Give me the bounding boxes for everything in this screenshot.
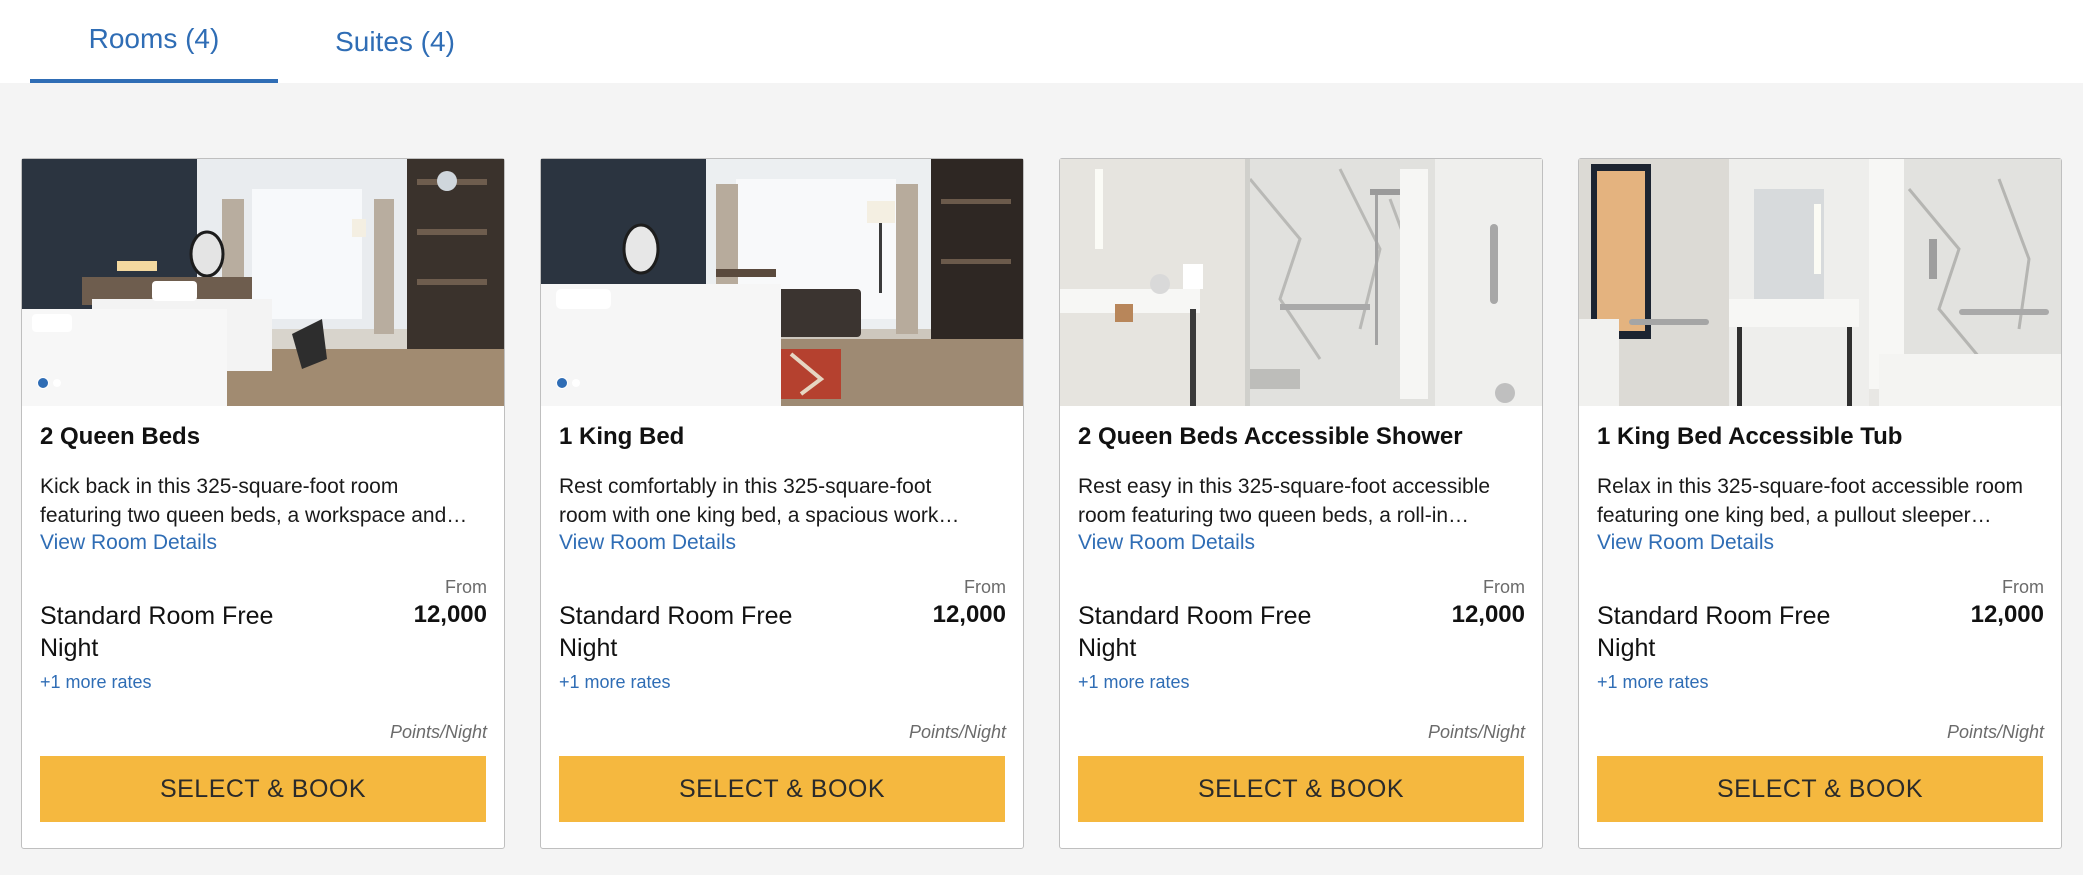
room-description: Rest comfortably in this 325-square-foot… xyxy=(559,472,1007,530)
room-photo-image xyxy=(22,159,504,406)
from-label: From xyxy=(2002,577,2044,597)
room-card: 2 Queen Beds Accessible Shower Rest easy… xyxy=(1059,158,1543,849)
more-rates-link[interactable]: +1 more rates xyxy=(559,672,671,693)
room-description: Kick back in this 325-square-foot room f… xyxy=(40,472,488,530)
tab-suites[interactable]: Suites (4) xyxy=(300,0,490,83)
view-room-details-link[interactable]: View Room Details xyxy=(1597,531,1774,555)
room-description-line: featuring two queen beds, a workspace an… xyxy=(40,504,468,527)
more-rates-link[interactable]: +1 more rates xyxy=(40,672,152,693)
room-card: 1 King Bed Accessible Tub Relax in this … xyxy=(1578,158,2062,849)
tab-rooms[interactable]: Rooms (4) xyxy=(30,0,278,83)
room-card: 2 Queen Beds Kick back in this 325-squar… xyxy=(21,158,505,849)
room-photo[interactable] xyxy=(541,159,1023,406)
select-and-book-button[interactable]: SELECT & BOOK xyxy=(559,756,1005,822)
room-description-line: Rest easy in this 325-square-foot access… xyxy=(1078,475,1491,498)
rate-name: Standard Room Free Night xyxy=(559,602,793,662)
room-description-line: Kick back in this 325-square-foot room xyxy=(40,475,399,498)
room-type-tabs: Rooms (4) Suites (4) xyxy=(0,0,2083,83)
carousel-dots[interactable] xyxy=(37,377,61,389)
room-description-line: featuring one king bed, a pullout sleepe… xyxy=(1597,504,1992,527)
select-and-book-button[interactable]: SELECT & BOOK xyxy=(1078,756,1524,822)
from-label: From xyxy=(1483,577,1525,597)
room-title: 1 King Bed xyxy=(559,423,685,450)
room-photo-image xyxy=(1060,159,1542,406)
from-label: From xyxy=(964,577,1006,597)
room-photo-image xyxy=(541,159,1023,406)
points-per-night-label: Points/Night xyxy=(1946,722,2044,742)
room-title: 2 Queen Beds Accessible Shower xyxy=(1078,423,1463,450)
room-description: Relax in this 325-square-foot accessible… xyxy=(1597,472,2045,530)
active-tab-indicator xyxy=(30,79,278,83)
room-card: 1 King Bed Rest comfortably in this 325-… xyxy=(540,158,1024,849)
points-price: 12,000 xyxy=(1970,601,2044,628)
room-description: Rest easy in this 325-square-foot access… xyxy=(1078,472,1526,530)
room-photo[interactable] xyxy=(22,159,504,406)
room-description-line: room featuring two queen beds, a roll-in… xyxy=(1078,504,1470,527)
view-room-details-link[interactable]: View Room Details xyxy=(1078,531,1255,555)
rate-name: Standard Room Free Night xyxy=(1597,602,1831,662)
room-photo[interactable] xyxy=(1579,159,2061,406)
points-price: 12,000 xyxy=(413,601,487,628)
carousel-dot[interactable] xyxy=(53,379,61,387)
room-description-line: room with one king bed, a spacious work… xyxy=(559,504,960,527)
room-title: 1 King Bed Accessible Tub xyxy=(1597,423,1903,450)
points-per-night-label: Points/Night xyxy=(1427,722,1525,742)
room-photo-image xyxy=(1579,159,2061,406)
rate-name: Standard Room Free Night xyxy=(1078,602,1312,662)
more-rates-link[interactable]: +1 more rates xyxy=(1078,672,1190,693)
carousel-dot-active[interactable] xyxy=(556,377,568,389)
points-per-night-label: Points/Night xyxy=(908,722,1006,742)
points-price: 12,000 xyxy=(1451,601,1525,628)
carousel-dots[interactable] xyxy=(556,377,580,389)
from-label: From xyxy=(445,577,487,597)
room-description-line: Rest comfortably in this 325-square-foot xyxy=(559,475,932,498)
more-rates-link[interactable]: +1 more rates xyxy=(1597,672,1709,693)
points-price: 12,000 xyxy=(932,601,1006,628)
rate-name: Standard Room Free Night xyxy=(40,602,274,662)
select-and-book-button[interactable]: SELECT & BOOK xyxy=(1597,756,2043,822)
room-description-line: Relax in this 325-square-foot accessible… xyxy=(1597,475,2024,498)
room-title: 2 Queen Beds xyxy=(40,423,201,450)
points-per-night-label: Points/Night xyxy=(389,722,487,742)
select-and-book-button[interactable]: SELECT & BOOK xyxy=(40,756,486,822)
view-room-details-link[interactable]: View Room Details xyxy=(559,531,736,555)
room-photo[interactable] xyxy=(1060,159,1542,406)
carousel-dot[interactable] xyxy=(572,379,580,387)
carousel-dot-active[interactable] xyxy=(37,377,49,389)
view-room-details-link[interactable]: View Room Details xyxy=(40,531,217,555)
